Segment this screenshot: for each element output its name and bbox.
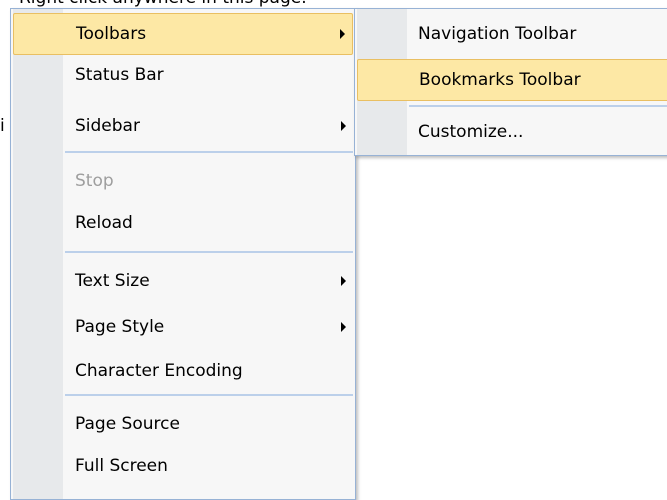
menu-item-sidebar[interactable]: Sidebar bbox=[13, 106, 353, 148]
menu-item-reload[interactable]: Reload bbox=[13, 203, 353, 245]
menu-item-text-size[interactable]: Text Size bbox=[13, 261, 353, 303]
menu-item-label: Navigation Toolbar bbox=[418, 24, 577, 44]
menu-separator bbox=[65, 394, 353, 396]
submenu-arrow-icon bbox=[340, 29, 345, 39]
menu-item-full-screen[interactable]: Full Screen bbox=[13, 446, 353, 488]
menu-item-label: Character Encoding bbox=[75, 361, 243, 381]
submenu-arrow-icon bbox=[341, 322, 346, 332]
menu-item-label: Bookmarks Toolbar bbox=[419, 70, 581, 90]
menu-item-label: Text Size bbox=[75, 271, 150, 291]
menu-item-label: Stop bbox=[75, 171, 114, 191]
menu-item-stop: Stop bbox=[13, 161, 353, 203]
submenu-item-bookmarks-toolbar[interactable]: Bookmarks Toolbar bbox=[357, 59, 667, 101]
menu-item-label: Sidebar bbox=[75, 116, 140, 136]
menu-separator bbox=[65, 151, 353, 153]
menu-item-status-bar[interactable]: Status Bar bbox=[13, 55, 353, 97]
submenu-arrow-icon bbox=[341, 121, 346, 131]
menu-item-page-style[interactable]: Page Style bbox=[13, 307, 353, 349]
submenu-item-navigation-toolbar[interactable]: Navigation Toolbar bbox=[357, 14, 667, 56]
menu-item-toolbars[interactable]: Toolbars bbox=[13, 13, 353, 55]
menu-item-label: Reload bbox=[75, 213, 133, 233]
menu-item-label: Page Style bbox=[75, 317, 165, 337]
page-text-fragment: i bbox=[0, 116, 5, 136]
menu-item-label: Customize... bbox=[418, 122, 524, 142]
menu-item-label: Full Screen bbox=[75, 456, 168, 476]
menu-separator bbox=[409, 105, 667, 107]
menu-item-label: Status Bar bbox=[75, 65, 164, 85]
menu-item-label: Page Source bbox=[75, 414, 180, 434]
page-hint-text: Right click anywhere in this page. bbox=[19, 0, 307, 8]
menu-item-label: Toolbars bbox=[76, 24, 147, 44]
toolbars-submenu: Navigation Toolbar Bookmarks Toolbar Cus… bbox=[354, 8, 667, 156]
context-menu: Toolbars Status Bar Sidebar Stop Reload … bbox=[10, 8, 356, 500]
submenu-arrow-icon bbox=[341, 276, 346, 286]
menu-item-page-source[interactable]: Page Source bbox=[13, 404, 353, 446]
submenu-item-customize[interactable]: Customize... bbox=[357, 112, 667, 154]
menu-item-character-encoding[interactable]: Character Encoding bbox=[13, 351, 353, 393]
menu-separator bbox=[65, 251, 353, 253]
